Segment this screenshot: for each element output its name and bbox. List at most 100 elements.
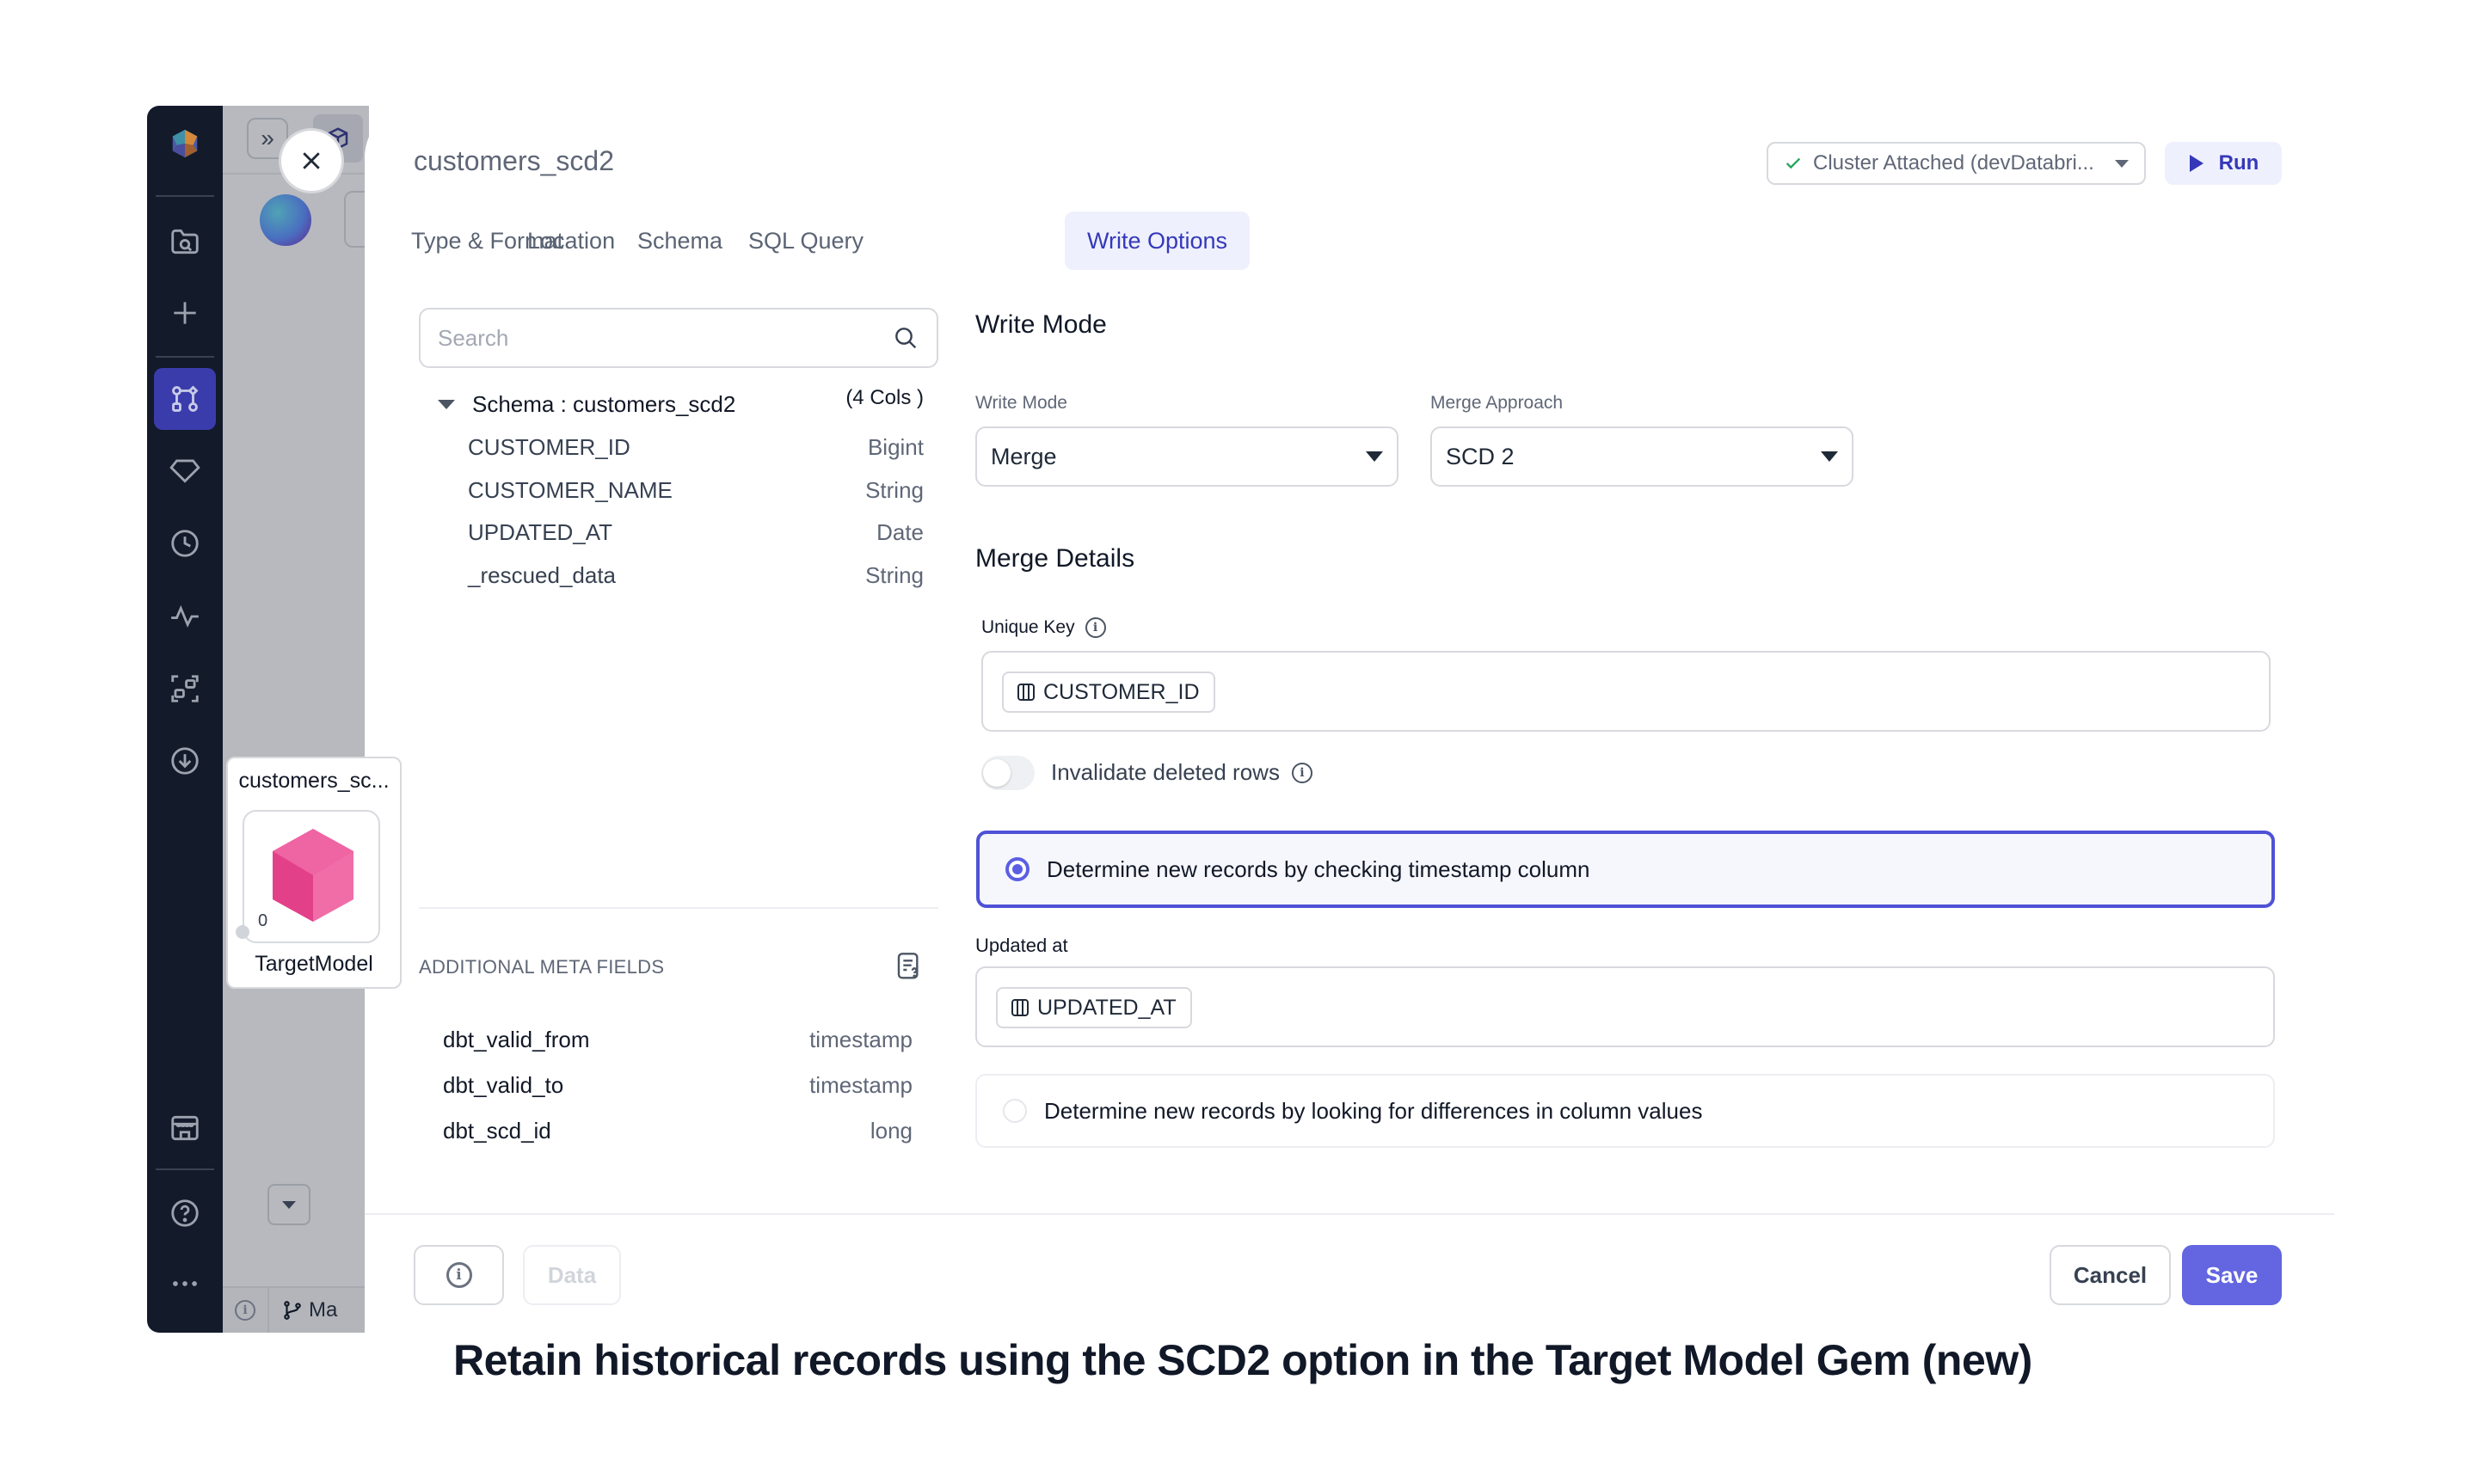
- cluster-select[interactable]: Cluster Attached (devDatabri...: [1767, 142, 2146, 185]
- schema-column-row[interactable]: _rescued_data String: [468, 562, 924, 593]
- write-mode-value: Merge: [991, 443, 1057, 469]
- meta-field-type: timestamp: [809, 1072, 913, 1098]
- status-info[interactable]: i: [223, 1288, 267, 1333]
- target-model-node[interactable]: customers_sc... 0 TargetModel: [226, 757, 402, 989]
- check-icon: [1786, 157, 1801, 169]
- info-button[interactable]: i: [414, 1245, 504, 1305]
- write-mode-label: Write Mode: [975, 393, 1067, 413]
- more-icon[interactable]: [159, 1258, 211, 1309]
- activity-icon[interactable]: [159, 591, 211, 642]
- unique-key-value: CUSTOMER_ID: [1043, 679, 1200, 704]
- schema-search[interactable]: [419, 308, 938, 368]
- marketplace-icon[interactable]: [159, 1102, 211, 1154]
- data-button[interactable]: Data: [523, 1245, 621, 1305]
- caret-down-icon: [282, 1200, 296, 1209]
- node-gem-box[interactable]: 0: [236, 810, 380, 943]
- meta-field-type: timestamp: [809, 1027, 913, 1052]
- pipeline-canvas: [223, 106, 369, 1333]
- meta-field-row: dbt_scd_id long: [443, 1118, 913, 1152]
- pane-divider: [419, 907, 938, 909]
- node-name: TargetModel: [255, 952, 373, 976]
- invalidate-label-row: Invalidate deleted rows i: [1051, 759, 1312, 786]
- pipeline-graph-icon[interactable]: [154, 368, 216, 430]
- sidebar-divider: [156, 195, 214, 197]
- help-icon[interactable]: [159, 1187, 211, 1239]
- meta-fields-header: ADDITIONAL META FIELDS: [419, 951, 938, 985]
- caption: Retain historical records using the SCD2…: [453, 1336, 2032, 1384]
- plus-icon[interactable]: [159, 287, 211, 339]
- caret-down-icon: [2115, 159, 2129, 168]
- unique-key-chip[interactable]: CUSTOMER_ID: [1002, 671, 1215, 713]
- meta-field-row: dbt_valid_to timestamp: [443, 1072, 913, 1107]
- branch-label: Ma: [309, 1298, 338, 1321]
- meta-fields-list[interactable]: dbt_valid_from timestamp dbt_valid_to ti…: [419, 1009, 938, 1163]
- lineage-icon[interactable]: [159, 663, 211, 714]
- info-icon[interactable]: i: [1085, 617, 1106, 638]
- save-button[interactable]: Save: [2182, 1245, 2282, 1305]
- merge-approach-value: SCD 2: [1446, 443, 1515, 469]
- meta-field-row: dbt_updated_at timestamp: [443, 1162, 913, 1163]
- dialog-title: customers_scd2: [414, 145, 614, 176]
- column-icon: [1017, 684, 1035, 701]
- folder-search-icon[interactable]: [159, 216, 211, 267]
- gem-icon[interactable]: [159, 445, 211, 496]
- unique-key-field[interactable]: CUSTOMER_ID: [981, 651, 2271, 732]
- schema-column-row[interactable]: CUSTOMER_NAME String: [468, 477, 924, 508]
- option-diff-card[interactable]: Determine new records by looking for dif…: [975, 1074, 2275, 1148]
- column-name: UPDATED_AT: [468, 519, 613, 545]
- node-record-count: 0: [258, 911, 268, 930]
- sidebar-divider: [156, 356, 214, 358]
- close-modal-button[interactable]: [281, 131, 341, 191]
- merge-details-heading: Merge Details: [975, 544, 1135, 573]
- meta-field-name: dbt_valid_to: [443, 1072, 564, 1098]
- caret-down-icon: [1821, 451, 1838, 462]
- caret-down-icon: [1366, 451, 1383, 462]
- canvas-dropdown-button[interactable]: [267, 1184, 310, 1225]
- updated-at-chip[interactable]: UPDATED_AT: [996, 987, 1192, 1028]
- column-name: CUSTOMER_NAME: [468, 477, 673, 503]
- schema-name: Schema : customers_scd2: [472, 391, 736, 417]
- status-bar: i Ma: [223, 1286, 365, 1333]
- option-timestamp-card[interactable]: Determine new records by checking timest…: [976, 831, 2275, 908]
- schema-column-row[interactable]: UPDATED_AT Date: [468, 519, 924, 550]
- column-type: String: [865, 477, 924, 503]
- prophecy-logo-icon[interactable]: [159, 118, 211, 169]
- column-type: String: [865, 562, 924, 588]
- meta-field-name: dbt_updated_at: [443, 1162, 599, 1163]
- caret-down-icon[interactable]: [438, 400, 455, 409]
- meta-fields-title: ADDITIONAL META FIELDS: [419, 956, 665, 978]
- write-mode-select[interactable]: Merge: [975, 426, 1398, 487]
- info-icon[interactable]: i: [1291, 762, 1312, 783]
- updated-at-label: Updated at: [975, 935, 1068, 956]
- merge-approach-select[interactable]: SCD 2: [1430, 426, 1853, 487]
- option-diff-label: Determine new records by looking for dif…: [1044, 1097, 1703, 1124]
- meta-field-type: long: [870, 1118, 913, 1144]
- left-sidebar: [147, 106, 223, 1333]
- radio-selected-icon[interactable]: [1005, 857, 1030, 881]
- search-input[interactable]: [438, 324, 892, 352]
- footer-divider: [365, 1213, 2334, 1215]
- schema-tree-header[interactable]: Schema : customers_scd2 (4 Cols ): [438, 386, 924, 420]
- tab-write-options[interactable]: Write Options: [1065, 212, 1251, 270]
- search-icon[interactable]: [892, 324, 919, 352]
- meta-field-name: dbt_scd_id: [443, 1118, 551, 1144]
- write-mode-heading: Write Mode: [975, 310, 1107, 339]
- unique-key-label-row: Unique Key i: [981, 617, 1106, 638]
- invalidate-deleted-rows-toggle[interactable]: [981, 756, 1035, 790]
- cancel-button[interactable]: Cancel: [2050, 1245, 2171, 1305]
- run-button[interactable]: Run: [2165, 142, 2282, 185]
- meta-field-row: dbt_valid_from timestamp: [443, 1027, 913, 1061]
- radio-unselected-icon[interactable]: [1003, 1099, 1027, 1123]
- clock-icon[interactable]: [159, 518, 211, 569]
- option-timestamp-label: Determine new records by checking timest…: [1047, 855, 1590, 882]
- branch-selector[interactable]: Ma: [267, 1288, 349, 1333]
- schema-column-row[interactable]: CUSTOMER_ID Bigint: [468, 434, 924, 465]
- target-model-gem-icon: [273, 829, 353, 922]
- node-input-port[interactable]: [236, 925, 249, 939]
- user-avatar-orb[interactable]: [260, 194, 311, 246]
- tab-sql-query[interactable]: SQL Query: [726, 212, 886, 270]
- download-icon[interactable]: [159, 735, 211, 787]
- updated-at-field[interactable]: UPDATED_AT: [975, 966, 2275, 1047]
- invalidate-label: Invalidate deleted rows: [1051, 759, 1280, 785]
- document-help-icon[interactable]: [895, 951, 923, 982]
